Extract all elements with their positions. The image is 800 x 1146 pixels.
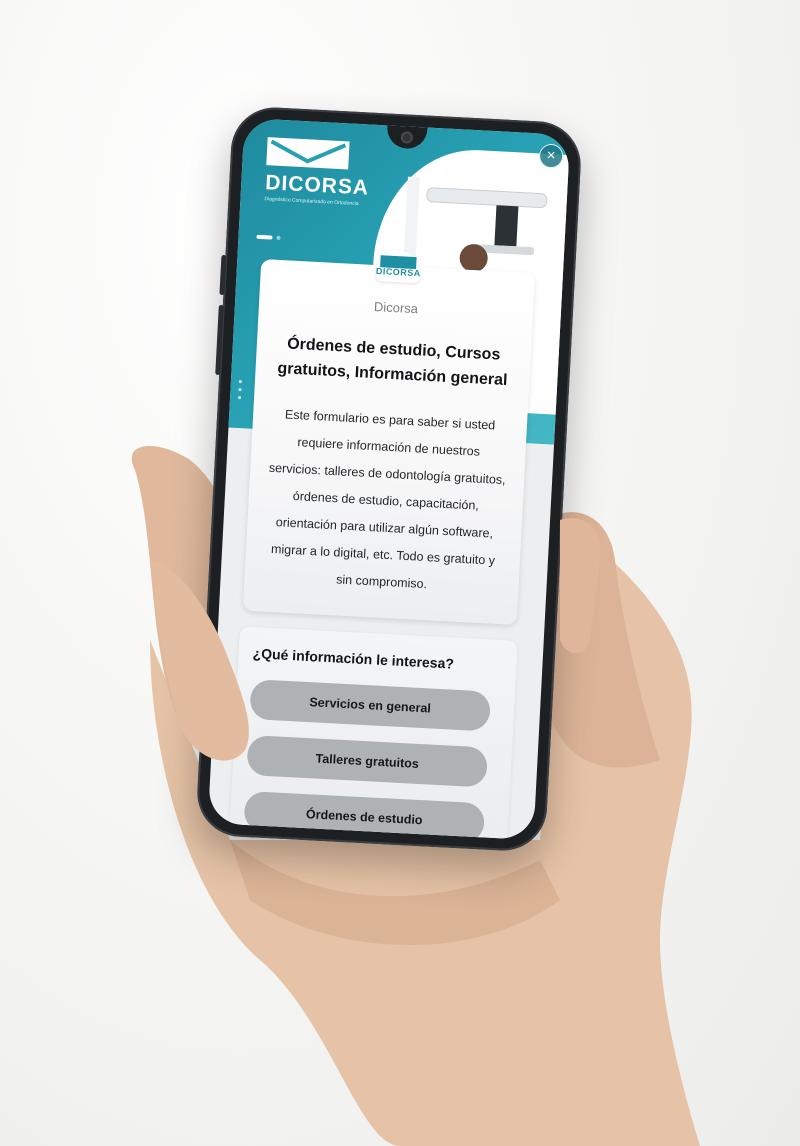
thumb-overlay [150,518,601,761]
